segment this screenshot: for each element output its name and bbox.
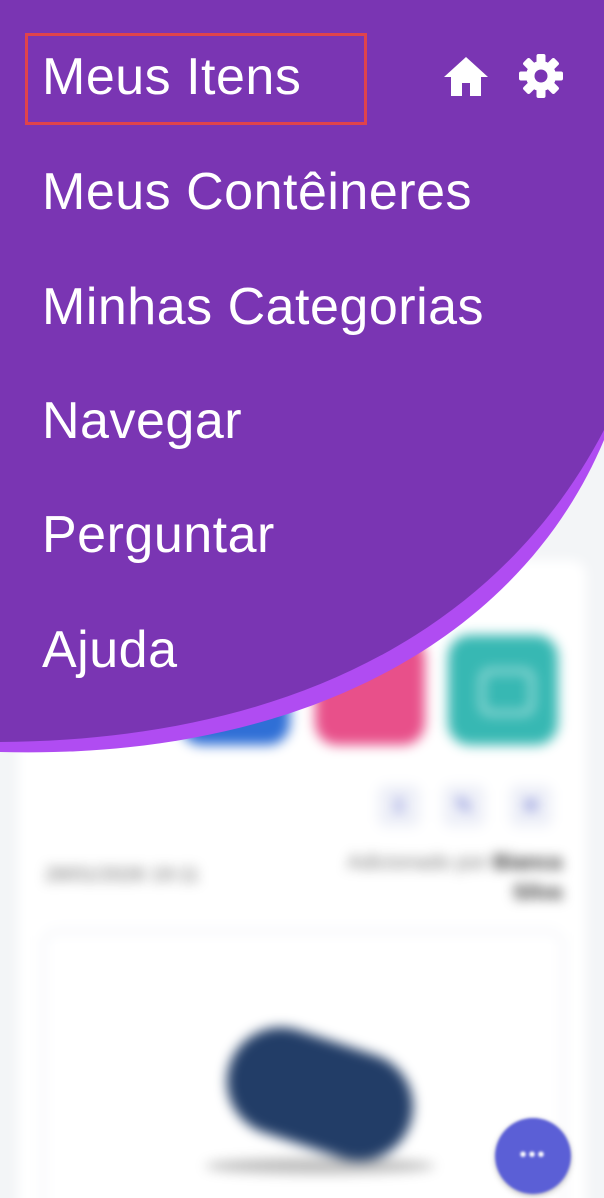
menu-item-ajuda[interactable]: Ajuda — [42, 620, 178, 680]
gear-icon[interactable] — [517, 52, 565, 100]
app-screen: ⇩ ✎ ✕ 28/01/2026 19:11 Adicionado por Bi… — [0, 0, 604, 1198]
menu-item-navegar[interactable]: Navegar — [42, 391, 242, 451]
menu-item-meus-conteineres[interactable]: Meus Contêineres — [42, 162, 472, 222]
home-icon[interactable] — [442, 52, 490, 100]
menu-item-minhas-categorias[interactable]: Minhas Categorias — [42, 277, 484, 337]
selection-highlight — [25, 33, 367, 125]
menu-item-perguntar[interactable]: Perguntar — [42, 505, 275, 565]
